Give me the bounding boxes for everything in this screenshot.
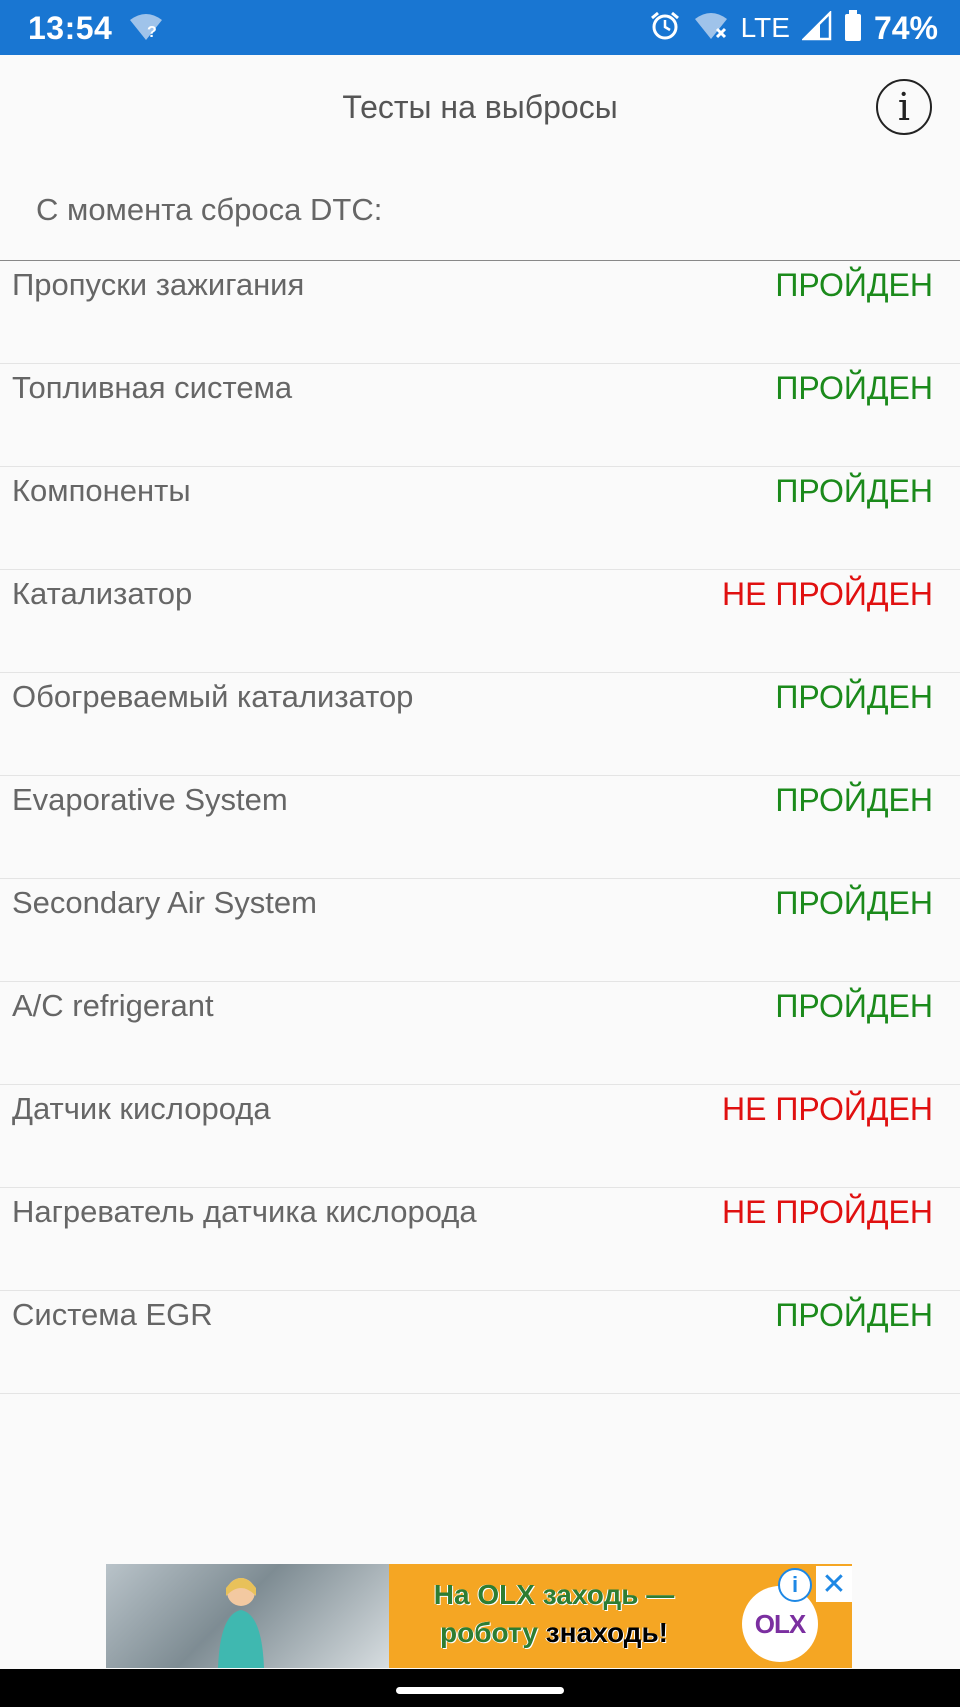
status-time: 13:54 (28, 10, 113, 46)
test-row: Система EGR ПРОЙДЕН (0, 1291, 960, 1394)
test-row: Обогреваемый катализатор ПРОЙДЕН (0, 673, 960, 776)
olx-logo-text: OLX (754, 1608, 806, 1639)
test-name: Компоненты (12, 473, 191, 508)
test-status: НЕ ПРОЙДЕН (722, 576, 933, 612)
test-row: A/C refrigerant ПРОЙДЕН (0, 982, 960, 1085)
test-status: ПРОЙДЕН (775, 782, 933, 818)
page-title: Тесты на выбросы (342, 89, 618, 125)
ad-line-2-green: роботу (440, 1617, 538, 1648)
test-name: A/C refrigerant (12, 988, 214, 1023)
signal-icon (800, 9, 832, 46)
info-button[interactable]: i (876, 79, 932, 135)
test-status: ПРОЙДЕН (775, 679, 933, 715)
test-row: Компоненты ПРОЙДЕН (0, 467, 960, 570)
since-dtc-reset-label: С момента сброса DTC: (36, 192, 383, 227)
test-status: ПРОЙДЕН (775, 473, 933, 509)
wifi-off-icon (693, 11, 729, 46)
ad-line-2-dark: знаходь! (545, 1617, 668, 1648)
status-bar: 13:54 ? LTE 74% (0, 0, 960, 55)
test-status: ПРОЙДЕН (775, 1297, 933, 1333)
test-name: Датчик кислорода (12, 1091, 271, 1126)
test-name: Нагреватель датчика кислорода (12, 1194, 477, 1229)
system-nav-bar (0, 1669, 960, 1707)
app-header: Тесты на выбросы i (0, 55, 960, 165)
ad-line-2: роботу знаходь! (389, 1614, 719, 1652)
home-gesture-handle[interactable] (396, 1687, 564, 1694)
test-row: Датчик кислорода НЕ ПРОЙДЕН (0, 1085, 960, 1188)
info-icon: i (897, 85, 911, 129)
test-row: Evaporative System ПРОЙДЕН (0, 776, 960, 879)
test-status: ПРОЙДЕН (775, 988, 933, 1024)
ad-photo (106, 1564, 389, 1668)
svg-text:?: ? (147, 24, 157, 41)
test-status: НЕ ПРОЙДЕН (722, 1091, 933, 1127)
test-name: Secondary Air System (12, 885, 317, 920)
test-row: Топливная система ПРОЙДЕН (0, 364, 960, 467)
test-status: НЕ ПРОЙДЕН (722, 1194, 933, 1230)
test-row: Нагреватель датчика кислорода НЕ ПРОЙДЕН (0, 1188, 960, 1291)
emissions-test-list: Пропуски зажигания ПРОЙДЕН Топливная систе… (0, 260, 960, 1394)
ad-person-image (218, 1578, 264, 1668)
test-row: Катализатор НЕ ПРОЙДЕН (0, 570, 960, 673)
test-row: Пропуски зажигания ПРОЙДЕН (0, 261, 960, 364)
battery-icon (844, 9, 862, 47)
test-name: Обогреваемый катализатор (12, 679, 414, 714)
test-row: Secondary Air System ПРОЙДЕН (0, 879, 960, 982)
network-type: LTE (740, 12, 790, 43)
test-name: Система EGR (12, 1297, 213, 1332)
wifi-question-icon: ? (128, 12, 164, 47)
test-status: ПРОЙДЕН (775, 267, 933, 303)
test-name: Evaporative System (12, 782, 288, 817)
alarm-icon (649, 10, 681, 47)
battery-percent: 74% (873, 9, 938, 46)
test-name: Пропуски зажигания (12, 267, 305, 302)
ad-banner[interactable]: На OLX заходь — роботу знаходь! OLX i ✕ (106, 1564, 852, 1668)
test-name: Топливная система (12, 370, 293, 405)
test-name: Катализатор (12, 576, 193, 611)
status-right-group: LTE 74% (649, 8, 938, 48)
ad-close-icon[interactable]: ✕ (816, 1566, 852, 1602)
ad-line-1: На OLX заходь — (433, 1579, 675, 1610)
test-status: ПРОЙДЕН (775, 885, 933, 921)
ad-info-icon[interactable]: i (778, 1568, 812, 1602)
test-status: ПРОЙДЕН (775, 370, 933, 406)
ad-text: На OLX заходь — роботу знаходь! (389, 1576, 719, 1652)
